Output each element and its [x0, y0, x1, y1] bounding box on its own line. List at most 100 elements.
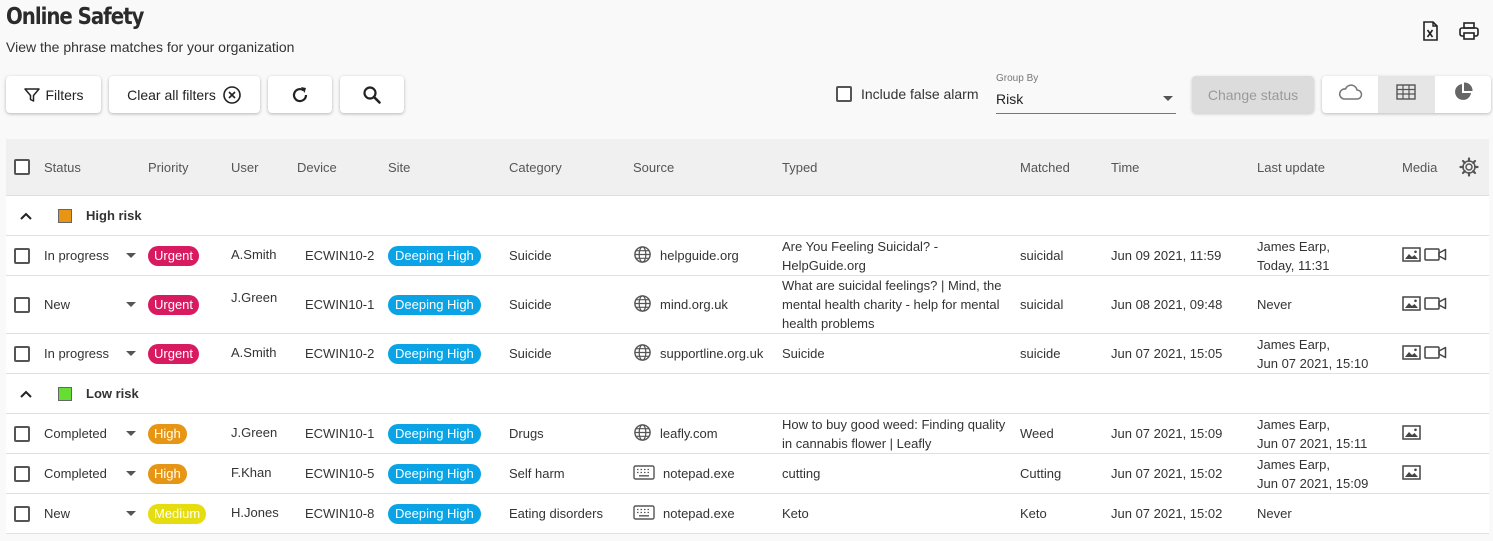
chevron-down-icon [126, 302, 136, 307]
column-header-site[interactable]: Site [388, 139, 410, 195]
column-header-user[interactable]: User [231, 139, 258, 195]
change-status-button[interactable]: Change status [1192, 76, 1314, 113]
image-icon[interactable] [1402, 295, 1421, 314]
source-cell: mind.org.uk [633, 276, 728, 333]
globe-icon [633, 343, 652, 365]
typed-text: What are suicidal feelings? | Mind, the … [782, 278, 1002, 331]
user-text: J.Green [231, 425, 278, 440]
status-cell[interactable]: New [44, 494, 70, 533]
status-dropdown[interactable] [126, 494, 136, 533]
column-settings-icon[interactable] [1459, 139, 1479, 195]
typed-text: Suicide [782, 346, 825, 361]
chevron-up-icon[interactable] [19, 196, 33, 235]
table-row[interactable]: In progress Urgent A.Smith ECWIN10-2 Deeping… [6, 236, 1489, 276]
video-icon[interactable] [1424, 345, 1447, 363]
checkbox[interactable] [14, 425, 30, 442]
row-checkbox[interactable] [14, 494, 30, 533]
select-all-checkbox[interactable] [14, 139, 30, 195]
filters-button[interactable]: Filters [6, 76, 101, 113]
column-header-media[interactable]: Media [1402, 139, 1437, 195]
table-row[interactable]: Completed High J.Green ECWIN10-1 Deeping Hig… [6, 414, 1489, 454]
status-dropdown[interactable] [126, 334, 136, 373]
status-dropdown[interactable] [126, 414, 136, 453]
clear-circle-icon [222, 85, 242, 105]
checkbox[interactable] [14, 465, 30, 482]
source-cell: leafly.com [633, 414, 718, 453]
column-header-category[interactable]: Category [509, 139, 562, 195]
page-subtitle: View the phrase matches for your organiz… [6, 39, 295, 55]
status-dropdown[interactable] [126, 276, 136, 333]
column-header-last-update[interactable]: Last update [1257, 139, 1325, 195]
status-cell[interactable]: In progress [44, 236, 109, 275]
print-icon[interactable] [1458, 20, 1480, 42]
row-checkbox[interactable] [14, 236, 30, 275]
row-checkbox[interactable] [14, 334, 30, 373]
chevron-down-icon [126, 471, 136, 476]
typed-cell: What are suicidal feelings? | Mind, the … [782, 276, 1010, 333]
image-icon[interactable] [1402, 464, 1421, 483]
column-header-device[interactable]: Device [297, 139, 337, 195]
column-header-typed[interactable]: Typed [782, 139, 817, 195]
view-toggle[interactable] [1322, 76, 1491, 113]
table-row[interactable]: New Urgent J.Green ECWIN10-1 Deeping High Sui… [6, 276, 1489, 334]
checkbox[interactable] [14, 345, 30, 362]
cloud-view-button[interactable] [1322, 76, 1378, 113]
table-view-button[interactable] [1378, 76, 1435, 113]
status-cell[interactable]: In progress [44, 334, 109, 373]
column-header-source[interactable]: Source [633, 139, 674, 195]
checkbox[interactable] [14, 296, 30, 313]
device-text: ECWIN10-1 [305, 297, 375, 312]
status-text: In progress [44, 346, 110, 361]
row-checkbox[interactable] [14, 454, 30, 493]
clear-filters-button[interactable]: Clear all filters [109, 76, 260, 113]
group-by-select[interactable]: Group By Risk [996, 72, 1176, 114]
include-false-alarm[interactable]: Include false alarm [836, 86, 979, 102]
category-cell: Suicide [509, 236, 552, 275]
row-checkbox[interactable] [14, 276, 30, 333]
status-dropdown[interactable] [126, 454, 136, 493]
priority-badge: Urgent [148, 245, 200, 266]
row-checkbox[interactable] [14, 414, 30, 453]
checkbox[interactable] [14, 247, 30, 264]
device-text: ECWIN10-1 [305, 426, 375, 441]
table-row[interactable]: Completed High F.Khan ECWIN10-5 Deeping High… [6, 454, 1489, 494]
status-dropdown[interactable] [126, 236, 136, 275]
video-icon[interactable] [1424, 247, 1447, 265]
time-cell: Jun 08 2021, 09:48 [1111, 276, 1222, 333]
keyboard-icon [633, 504, 655, 523]
time-text: Jun 07 2021, 15:02 [1111, 466, 1223, 481]
include-false-alarm-checkbox[interactable] [836, 86, 852, 102]
category-text: Self harm [509, 466, 565, 481]
last-update-cell: Never [1257, 276, 1397, 333]
checkbox[interactable] [14, 505, 30, 522]
column-header-matched[interactable]: Matched [1020, 139, 1070, 195]
refresh-button[interactable] [268, 76, 332, 113]
table-row[interactable]: New Medium H.Jones ECWIN10-8 Deeping High Eat… [6, 494, 1489, 534]
video-icon[interactable] [1424, 296, 1447, 314]
priority-badge: High [148, 423, 187, 444]
chart-view-button[interactable] [1435, 76, 1491, 113]
matched-cell: suicidal [1020, 236, 1063, 275]
search-button[interactable] [340, 76, 404, 113]
status-cell[interactable]: Completed [44, 454, 107, 493]
priority-cell: Urgent [148, 276, 200, 333]
column-header-priority[interactable]: Priority [148, 139, 188, 195]
table-row[interactable]: In progress Urgent A.Smith ECWIN10-2 Deeping… [6, 334, 1489, 374]
typed-text: cutting [782, 466, 821, 481]
last-update-cell: Never [1257, 494, 1397, 533]
image-icon[interactable] [1402, 344, 1421, 363]
status-cell[interactable]: Completed [44, 414, 107, 453]
media-cell [1402, 334, 1450, 373]
time-cell: Jun 09 2021, 11:59 [1111, 236, 1221, 275]
typed-text: How to buy good weed: Finding quality in… [782, 416, 1006, 451]
excel-export-icon[interactable] [1419, 20, 1441, 42]
status-cell[interactable]: New [44, 276, 70, 333]
image-icon[interactable] [1402, 424, 1421, 443]
image-icon[interactable] [1402, 246, 1421, 265]
column-header-time[interactable]: Time [1111, 139, 1139, 195]
category-cell: Suicide [509, 334, 552, 373]
chevron-up-icon[interactable] [19, 374, 33, 413]
category-text: Suicide [509, 346, 552, 361]
column-header-status[interactable]: Status [44, 139, 81, 195]
matched-text: suicidal [1020, 248, 1064, 263]
